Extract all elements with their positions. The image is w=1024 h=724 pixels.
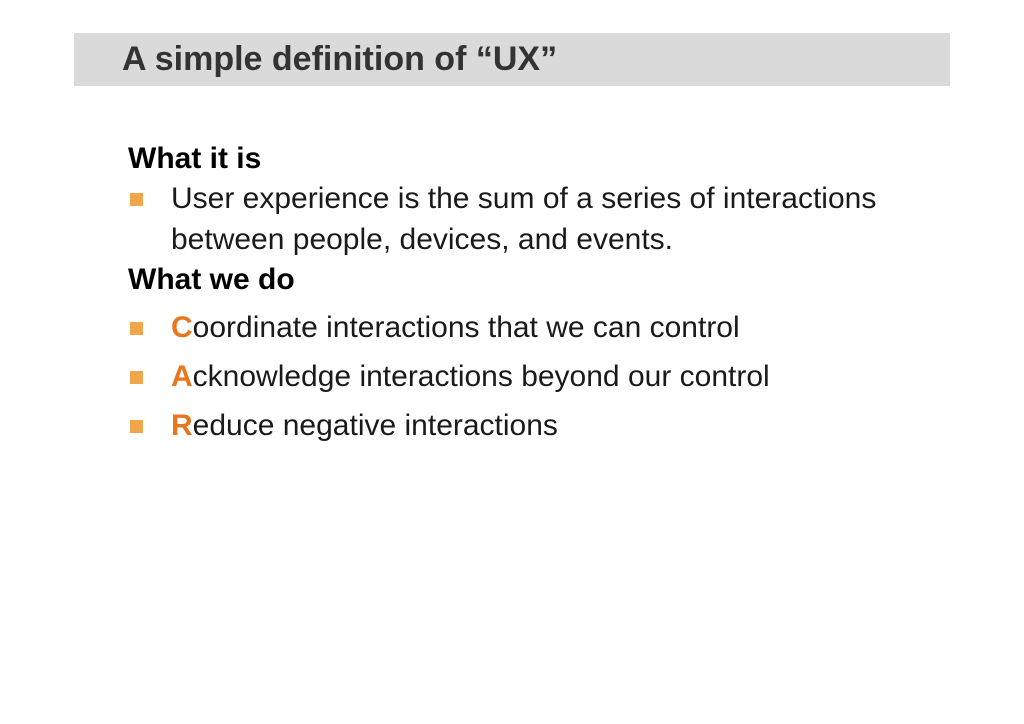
- list-item: Coordinate interactions that we can cont…: [128, 307, 888, 348]
- bullet-list: User experience is the sum of a series o…: [128, 178, 888, 260]
- section-heading: What we do: [128, 263, 295, 296]
- section-heading: What it is: [128, 142, 262, 175]
- slide-content: What it is User experience is the sum of…: [128, 140, 888, 446]
- title-bar: A simple definition of “UX”: [74, 33, 950, 86]
- square-bullet-icon: [130, 322, 143, 335]
- list-item-text: User experience is the sum of a series o…: [171, 182, 877, 256]
- list-item: Reduce negative interactions: [128, 405, 888, 446]
- square-bullet-icon: [130, 420, 143, 433]
- slide: A simple definition of “UX” What it is U…: [0, 0, 1024, 724]
- list-item: Acknowledge interactions beyond our cont…: [128, 356, 888, 397]
- square-bullet-icon: [130, 371, 143, 384]
- slide-title: A simple definition of “UX”: [122, 40, 558, 78]
- bullet-list: Coordinate interactions that we can cont…: [128, 307, 888, 446]
- list-item-initial: R: [171, 409, 193, 442]
- list-item-initial: C: [171, 311, 193, 344]
- list-item-text: oordinate interactions that we can contr…: [192, 311, 740, 344]
- section-what-it-is: What it is User experience is the sum of…: [128, 140, 888, 260]
- list-item-initial: A: [171, 360, 193, 393]
- list-item: User experience is the sum of a series o…: [128, 178, 888, 260]
- section-what-we-do: What we do Coordinate interactions that …: [128, 261, 888, 446]
- square-bullet-icon: [130, 193, 143, 206]
- list-item-text: cknowledge interactions beyond our contr…: [192, 360, 770, 393]
- list-item-text: educe negative interactions: [192, 409, 558, 442]
